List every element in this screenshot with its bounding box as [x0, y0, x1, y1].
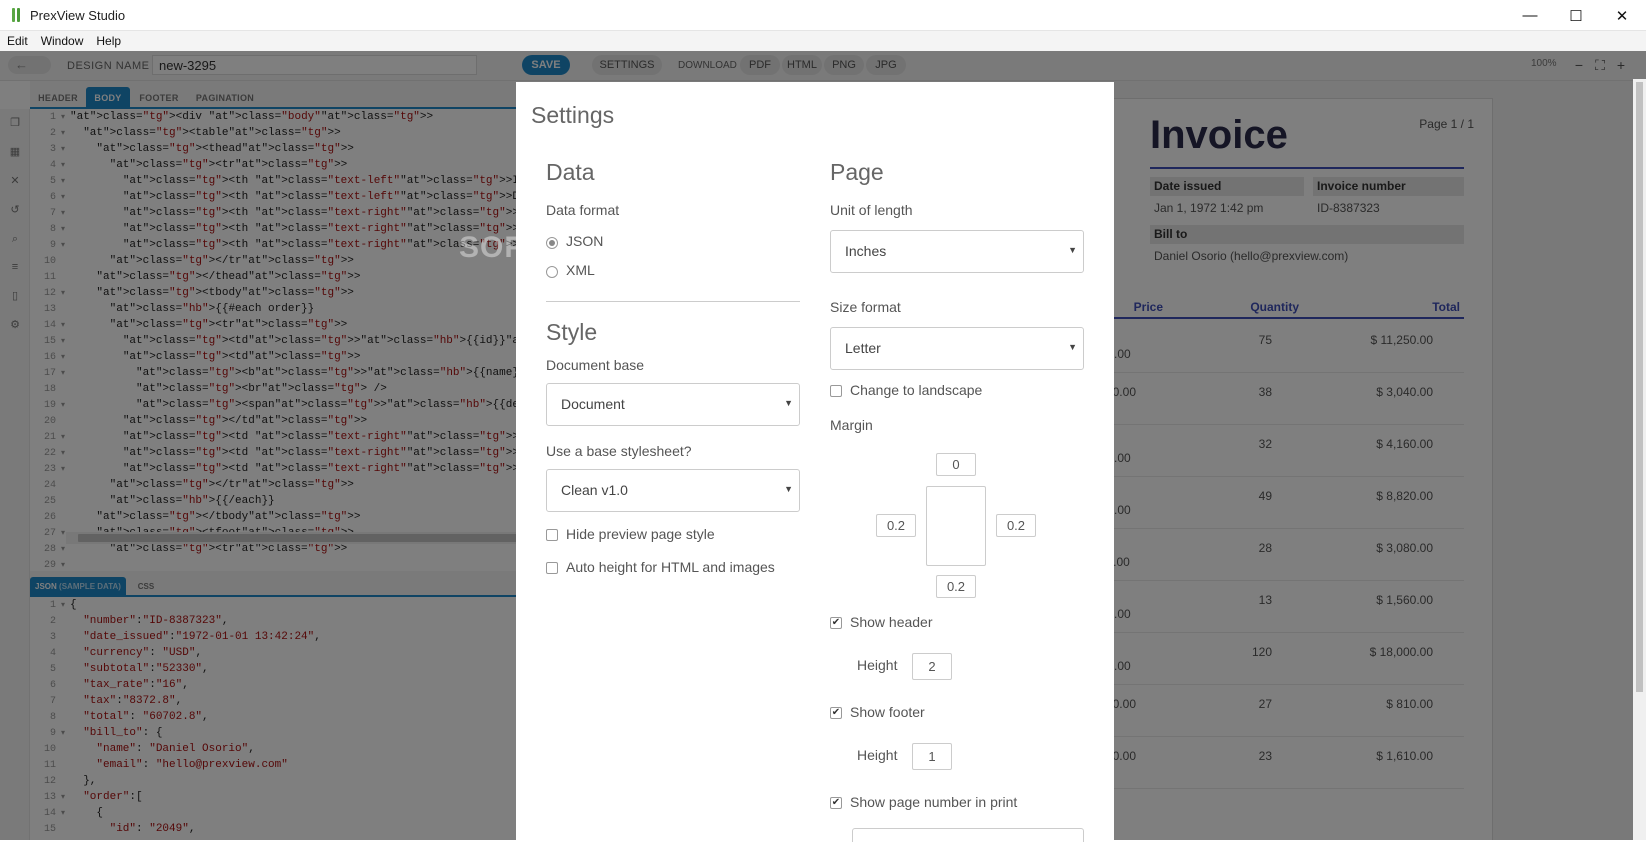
size-format-label: Size format: [830, 299, 901, 315]
size-format-value: Letter: [845, 340, 881, 356]
chevron-down-icon: ▼: [784, 398, 793, 408]
preview-vertical-scrollbar[interactable]: [1633, 79, 1646, 840]
radio-xml-label: XML: [566, 262, 595, 278]
unit-value: Inches: [845, 243, 887, 259]
data-heading: Data: [546, 159, 595, 185]
landscape-checkbox[interactable]: [830, 385, 842, 397]
show-footer-checkbox[interactable]: ✔: [830, 707, 842, 719]
radio-json[interactable]: [546, 237, 558, 249]
app-logo-icon: [12, 8, 24, 22]
header-height-label: Height: [857, 657, 898, 673]
footer-height-input[interactable]: 1: [912, 743, 952, 770]
menu-window[interactable]: Window: [34, 31, 90, 48]
landscape-label: Change to landscape: [850, 382, 983, 398]
show-footer-label: Show footer: [850, 704, 925, 720]
hide-preview-label: Hide preview page style: [566, 526, 715, 542]
auto-height-checkbox[interactable]: [546, 562, 558, 574]
base-stylesheet-label: Use a base stylesheet?: [546, 443, 692, 459]
minimize-button[interactable]: —: [1507, 0, 1553, 31]
page-heading: Page: [830, 159, 884, 185]
chevron-down-icon: ▼: [1068, 245, 1077, 255]
show-page-number-checkbox[interactable]: ✔: [830, 797, 842, 809]
menu-bar: Edit Window Help: [0, 31, 1646, 51]
data-format-label: Data format: [546, 202, 620, 218]
show-header-label: Show header: [850, 614, 933, 630]
size-format-select[interactable]: Letter ▼: [830, 327, 1084, 370]
close-button[interactable]: ✕: [1599, 0, 1645, 31]
document-base-value: Document: [561, 396, 625, 412]
margin-right-input[interactable]: 0.2: [996, 514, 1036, 537]
margin-left-input[interactable]: 0.2: [876, 514, 916, 537]
window-title: PrexView Studio: [30, 8, 126, 23]
document-base-label: Document base: [546, 357, 645, 373]
unit-label: Unit of length: [830, 202, 913, 218]
radio-json-label: JSON: [566, 233, 604, 249]
style-heading: Style: [546, 319, 598, 345]
maximize-button[interactable]: ☐: [1553, 0, 1599, 31]
auto-height-label: Auto height for HTML and images: [566, 559, 775, 575]
margin-top-input[interactable]: 0: [936, 453, 976, 476]
unit-select[interactable]: Inches ▼: [830, 230, 1084, 273]
radio-xml[interactable]: [546, 266, 558, 278]
menu-edit[interactable]: Edit: [0, 31, 34, 48]
header-height-input[interactable]: 2: [912, 653, 952, 680]
base-stylesheet-select[interactable]: Clean v1.0 ▼: [546, 469, 800, 512]
base-stylesheet-value: Clean v1.0: [561, 482, 628, 498]
settings-title: Settings: [531, 102, 615, 128]
chevron-down-icon: ▼: [1068, 342, 1077, 352]
menu-help[interactable]: Help: [89, 31, 127, 48]
margin-label: Margin: [830, 417, 873, 433]
margin-page-diagram: [926, 486, 986, 566]
settings-dialog: Settings Data Data format JSON XML Style…: [516, 82, 1114, 842]
section-divider: [546, 301, 800, 302]
hide-preview-checkbox[interactable]: [546, 529, 558, 541]
footer-height-label: Height: [857, 747, 898, 763]
show-page-number-label: Show page number in print: [850, 794, 1018, 810]
show-header-checkbox[interactable]: ✔: [830, 617, 842, 629]
document-base-select[interactable]: Document ▼: [546, 383, 800, 426]
title-bar: PrexView Studio — ☐ ✕: [0, 0, 1646, 31]
chevron-down-icon: ▼: [784, 484, 793, 494]
margin-bottom-input[interactable]: 0.2: [936, 575, 976, 598]
